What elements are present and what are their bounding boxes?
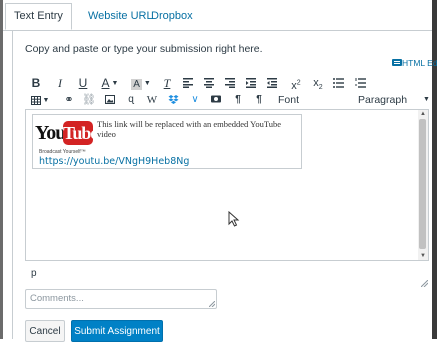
html-editor-label: HTML Editor	[402, 58, 437, 68]
dropbox-button[interactable]	[165, 91, 181, 109]
tab-dropbox[interactable]: Dropbox	[151, 10, 193, 22]
youtube-logo-you: You	[35, 122, 66, 144]
font-sizes-dropdown[interactable]: Font Sizes▼	[278, 91, 348, 124]
rich-text-editor[interactable]: You Tube Broadcast Yourself™ This link w…	[25, 109, 429, 261]
math-icon: W	[146, 94, 158, 106]
image-button[interactable]	[102, 91, 118, 109]
chevron-down-icon: ▼	[42, 96, 50, 104]
math-equation-button[interactable]: W	[144, 91, 160, 109]
align-right-icon	[225, 78, 235, 88]
keyboard-icon	[392, 59, 402, 66]
background-color-icon: A	[131, 79, 142, 90]
youtube-logo-tube: Tube	[63, 121, 98, 145]
indent-button[interactable]	[243, 74, 259, 92]
ltr-paragraph-icon: ¶	[235, 94, 241, 105]
editor-element-path: p	[31, 268, 37, 279]
bold-button[interactable]: B	[28, 74, 44, 92]
youtube-embed-placeholder: You Tube Broadcast Yourself™ This link w…	[32, 114, 302, 169]
align-left-icon	[183, 78, 193, 88]
editor-scrollbar[interactable]: ▲ ▼	[418, 110, 428, 260]
text-color-button[interactable]: A ▼	[96, 74, 124, 92]
scroll-up-icon[interactable]: ▲	[420, 111, 426, 117]
subscript-icon: x2	[313, 77, 323, 92]
align-right-button[interactable]	[222, 74, 238, 92]
background-color-button[interactable]: A ▼	[127, 74, 155, 92]
subscript-button[interactable]: x2	[310, 74, 326, 92]
youtube-placeholder-note: This link will be replaced with an embed…	[97, 119, 282, 139]
html-editor-link[interactable]: HTML Editor	[392, 58, 437, 68]
bullet-list-icon	[332, 78, 344, 88]
comments-textarea[interactable]: Comments...	[25, 289, 217, 309]
scroll-down-icon[interactable]: ▼	[420, 253, 426, 259]
outdent-icon	[267, 78, 277, 88]
outdent-button[interactable]	[264, 74, 280, 92]
image-icon	[105, 95, 115, 104]
align-center-button[interactable]	[201, 74, 217, 92]
video-camera-icon	[211, 95, 221, 103]
superscript-button[interactable]: x2	[288, 74, 304, 92]
editor-toolbar-row-1: B I U A ▼ A ▼ T x2 x2	[28, 74, 432, 92]
editor-resize-grip-icon[interactable]	[421, 280, 428, 287]
align-left-button[interactable]	[180, 74, 196, 92]
bullet-list-button[interactable]	[330, 74, 346, 92]
chevron-down-icon: ▼	[423, 96, 430, 104]
text-color-icon: A	[101, 76, 110, 90]
rtl-paragraph-icon: ¶	[256, 94, 262, 105]
numbered-list-icon	[354, 78, 366, 88]
paragraph-format-dropdown[interactable]: Paragraph ▼	[358, 91, 432, 109]
paragraph-label: Paragraph	[358, 94, 408, 106]
clear-formatting-icon: T	[163, 76, 171, 90]
chevron-button[interactable]: ∨	[187, 91, 203, 109]
italic-button[interactable]: I	[52, 74, 68, 92]
link-icon: ⚭	[64, 94, 74, 106]
comments-placeholder: Comments...	[30, 293, 84, 304]
align-center-icon	[204, 78, 214, 88]
left-window-edge	[0, 0, 3, 339]
editor-toolbar-row-2: ▼ ⚭ ⛓ ɋ W ∨ ¶ ¶ Font Sizes▼ Paragraph ▼	[28, 91, 432, 124]
tab-text-entry[interactable]: Text Entry	[5, 3, 72, 30]
submission-tabs: Text Entry Website URL Dropbox	[3, 0, 432, 31]
rtl-button[interactable]: ¶	[251, 91, 267, 109]
numbered-list-button[interactable]	[352, 74, 368, 92]
youtube-logo: You Tube Broadcast Yourself™	[35, 119, 98, 155]
mouse-pointer-icon	[228, 211, 240, 227]
italic-icon: I	[58, 76, 62, 90]
submission-instructions: Copy and paste or type your submission r…	[25, 43, 263, 55]
chevron-down-icon: ▼	[143, 79, 151, 87]
youtube-link[interactable]: https://youtu.be/VNgH9Heb8Ng	[39, 156, 189, 167]
resize-grip-icon[interactable]	[209, 301, 215, 307]
unlink-icon: ⛓	[82, 94, 96, 106]
ltr-button[interactable]: ¶	[230, 91, 246, 109]
youtube-tagline: Broadcast Yourself™	[39, 149, 86, 155]
underline-button[interactable]: U	[75, 74, 91, 92]
media-icon: ɋ	[128, 94, 134, 105]
table-icon	[30, 96, 41, 106]
media-button[interactable]: ɋ	[123, 91, 139, 109]
video-record-button[interactable]	[208, 91, 224, 109]
chevron-down-icon: ∨	[191, 94, 199, 105]
superscript-icon: x2	[291, 79, 301, 92]
table-button[interactable]: ▼	[28, 91, 52, 109]
chevron-down-icon: ▼	[111, 79, 119, 87]
underline-icon: U	[78, 76, 88, 90]
unlink-button[interactable]: ⛓	[81, 91, 97, 109]
bold-icon: B	[31, 76, 41, 90]
link-button[interactable]: ⚭	[61, 91, 77, 109]
dropbox-icon	[168, 95, 178, 104]
clear-formatting-button[interactable]: T	[159, 74, 175, 92]
indent-icon	[246, 78, 256, 88]
scrollbar-thumb[interactable]	[419, 119, 426, 249]
tab-website-url[interactable]: Website URL	[88, 10, 153, 22]
